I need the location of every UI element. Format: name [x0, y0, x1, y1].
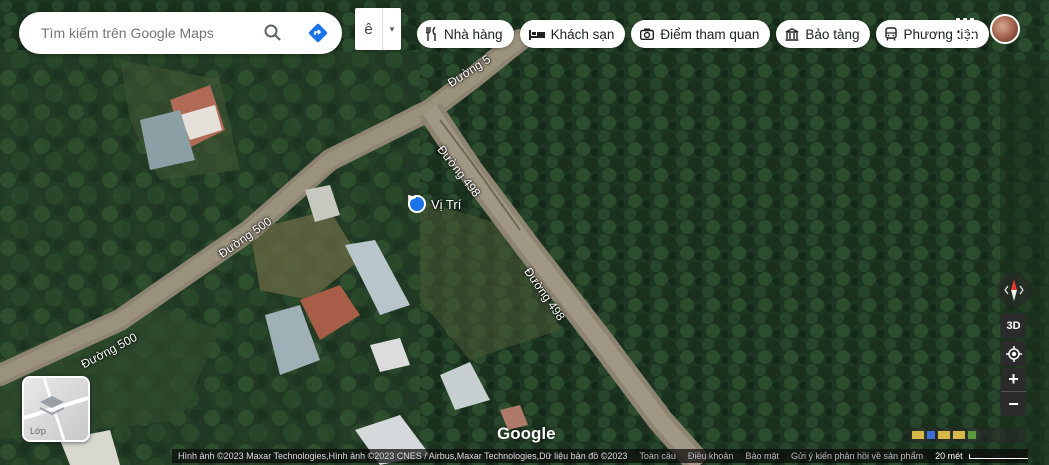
- chip-museums[interactable]: Bảo tàng: [776, 20, 871, 48]
- directions-icon[interactable]: [308, 23, 328, 43]
- map-layer-toggle[interactable]: Lớp: [22, 376, 90, 442]
- transit-icon: [885, 27, 898, 41]
- satellite-map[interactable]: Đường 500 Đường 500 Đường 498 Đường 498 …: [0, 0, 1049, 465]
- chip-attractions[interactable]: Điểm tham quan: [631, 20, 771, 48]
- search-icon[interactable]: [263, 23, 283, 43]
- apps-grid-icon[interactable]: [956, 18, 976, 38]
- museum-icon: [785, 27, 799, 41]
- category-chips: Nhà hàng Khách sạn Điểm tham quan Bảo tà…: [417, 20, 990, 48]
- location-pin[interactable]: Vị Trí: [408, 195, 461, 213]
- attribution-footer: Hình ảnh ©2023 Maxar Technologies,Hình ả…: [172, 449, 1028, 463]
- attribution-text: Hình ảnh ©2023 Maxar Technologies,Hình ả…: [178, 451, 628, 461]
- footer-link-global[interactable]: Toàn cầu: [633, 451, 682, 461]
- avatar[interactable]: [990, 14, 1020, 44]
- dropdown-glyph: ê: [355, 8, 383, 50]
- search-box[interactable]: [19, 12, 342, 54]
- zoom-out-button[interactable]: −: [1001, 392, 1026, 416]
- footer-link-feedback[interactable]: Gửi ý kiến phản hồi về sản phẩm: [785, 451, 929, 461]
- scale-label: 20 mét: [935, 451, 963, 461]
- restaurant-icon: [426, 27, 436, 41]
- chip-label: Khách sạn: [550, 26, 615, 42]
- chip-label: Bảo tàng: [805, 26, 860, 42]
- zoom-in-button[interactable]: +: [1001, 368, 1026, 392]
- flag-icon: [408, 195, 426, 213]
- scale-bar[interactable]: 20 mét: [929, 451, 1028, 461]
- scale-bar-line: [968, 453, 1028, 459]
- footer-link-terms[interactable]: Điều khoản: [682, 451, 740, 461]
- hotel-icon: [528, 30, 545, 40]
- compass-icon[interactable]: [997, 273, 1031, 307]
- camera-icon: [640, 28, 655, 40]
- chip-restaurants[interactable]: Nhà hàng: [417, 20, 514, 48]
- footer-link-privacy[interactable]: Bảo mật: [739, 451, 785, 461]
- chip-label: Điểm tham quan: [660, 26, 760, 42]
- my-location-icon[interactable]: [1001, 341, 1026, 366]
- chip-hotels[interactable]: Khách sạn: [519, 20, 626, 48]
- layer-thumb-label: Lớp: [30, 426, 46, 436]
- chevron-down-icon: ▾: [389, 23, 395, 34]
- 3d-button[interactable]: 3D: [1001, 313, 1026, 338]
- zoom-controls: + −: [1001, 368, 1026, 416]
- satellite-imagery: [0, 0, 1049, 465]
- pin-label: Vị Trí: [431, 196, 462, 212]
- layer-dropdown[interactable]: ê ▾: [355, 8, 401, 50]
- street-view-tray[interactable]: [908, 428, 1026, 442]
- search-input[interactable]: [41, 25, 261, 41]
- chip-label: Nhà hàng: [444, 26, 503, 42]
- google-logo: Google: [497, 424, 556, 443]
